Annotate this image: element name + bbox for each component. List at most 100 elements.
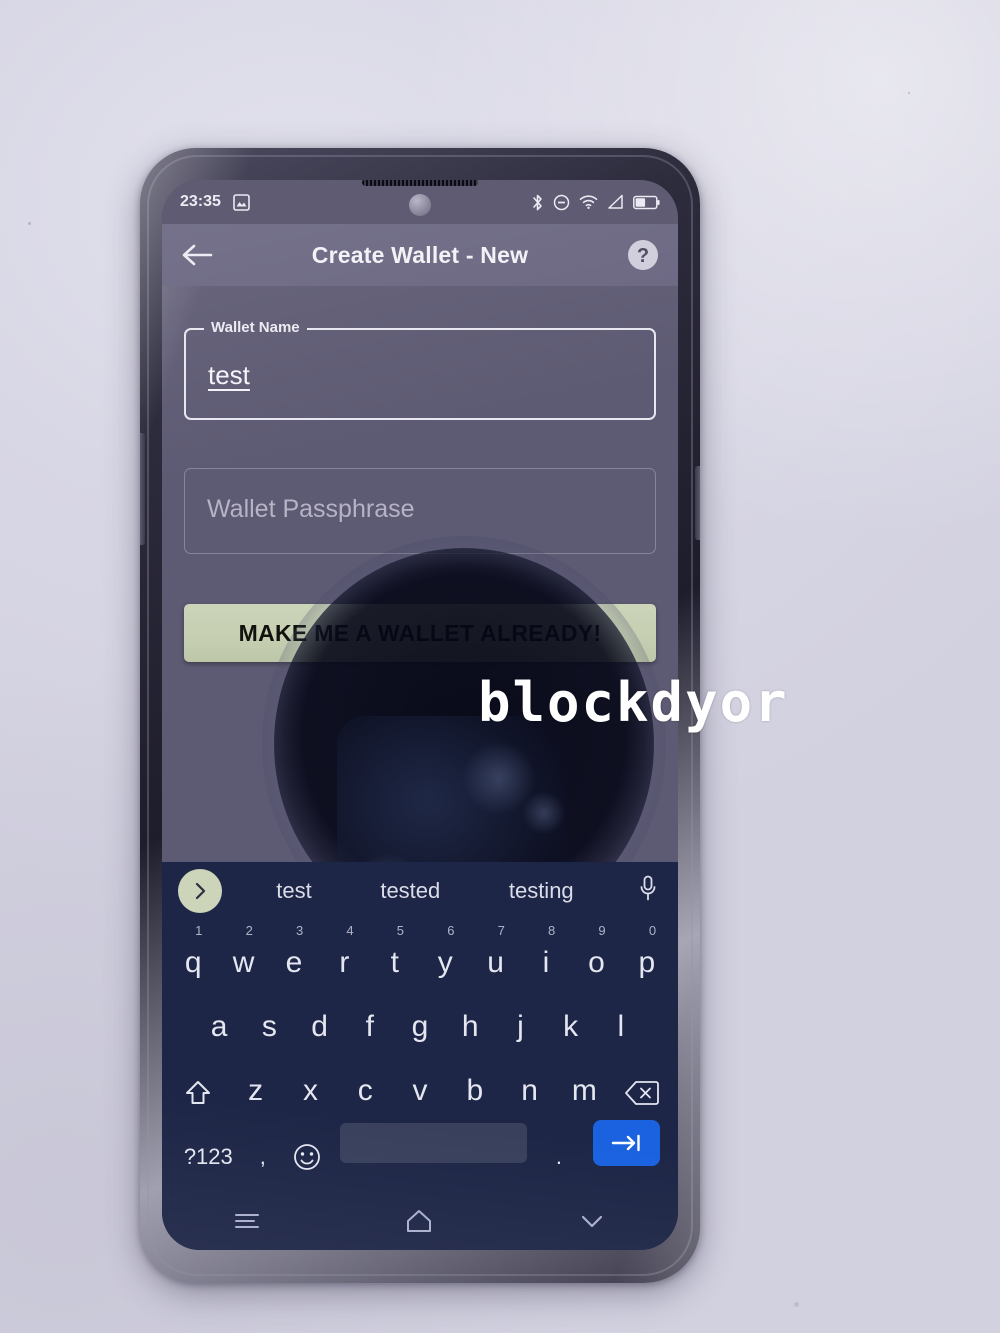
key-s[interactable]: s xyxy=(244,984,294,1048)
suggestion-item[interactable]: testing xyxy=(509,878,574,904)
dust-speck xyxy=(794,1302,799,1307)
key-r-number: 4 xyxy=(346,923,354,938)
wallet-name-value: test xyxy=(208,360,250,390)
key-p[interactable]: 0p xyxy=(622,920,672,984)
key-o-label: o xyxy=(588,946,605,979)
reflection-highlight xyxy=(522,791,566,835)
key-t-label: t xyxy=(390,946,399,979)
suggestion-item[interactable]: tested xyxy=(380,878,440,904)
shift-icon[interactable] xyxy=(168,1048,228,1112)
key-x[interactable]: x xyxy=(283,1048,338,1112)
cellular-signal-icon xyxy=(607,194,624,210)
key-v[interactable]: v xyxy=(393,1048,448,1112)
key-f[interactable]: f xyxy=(345,984,395,1048)
key-m[interactable]: m xyxy=(557,1048,612,1112)
volume-button[interactable] xyxy=(140,433,145,545)
keyboard-row-4: ?123 , . xyxy=(162,1112,678,1174)
wallet-name-label: Wallet Name xyxy=(204,319,307,336)
key-h[interactable]: h xyxy=(445,984,495,1048)
key-u-label: u xyxy=(487,946,504,979)
backspace-icon[interactable] xyxy=(612,1048,672,1112)
screenshot-icon xyxy=(233,193,250,211)
key-o[interactable]: 9o xyxy=(571,920,621,984)
watermark: blockdyor xyxy=(478,671,789,734)
recents-icon[interactable] xyxy=(234,1210,260,1232)
wallet-passphrase-field[interactable]: Wallet Passphrase xyxy=(184,468,656,554)
wallet-passphrase-placeholder: Wallet Passphrase xyxy=(207,495,415,523)
key-tab-next[interactable] xyxy=(593,1120,660,1166)
dust-speck xyxy=(28,222,31,225)
key-w-label: w xyxy=(232,946,255,979)
key-i[interactable]: 8i xyxy=(521,920,571,984)
key-q-label: q xyxy=(184,946,202,979)
wallet-name-field[interactable]: Wallet Name test xyxy=(184,319,656,420)
dust-speck xyxy=(908,92,910,94)
key-y-label: y xyxy=(437,946,453,979)
suggestion-words: test tested testing xyxy=(242,862,608,920)
key-i-number: 8 xyxy=(548,923,556,938)
key-e-label: e xyxy=(285,946,303,979)
system-nav-bar xyxy=(162,1192,678,1250)
suggestion-bar: test tested testing xyxy=(162,862,678,920)
key-g[interactable]: g xyxy=(395,984,445,1048)
key-y-number: 6 xyxy=(447,923,455,938)
key-p-label: p xyxy=(638,946,656,979)
key-w[interactable]: 2w xyxy=(218,920,268,984)
key-p-number: 0 xyxy=(648,923,657,938)
svg-text:?: ? xyxy=(637,245,649,267)
key-q[interactable]: 1q xyxy=(168,920,218,984)
key-a[interactable]: a xyxy=(194,984,244,1048)
key-t[interactable]: 5t xyxy=(370,920,420,984)
chevron-down-icon[interactable] xyxy=(578,1210,606,1232)
key-j[interactable]: j xyxy=(495,984,545,1048)
key-c[interactable]: c xyxy=(338,1048,393,1112)
key-symbols[interactable]: ?123 xyxy=(176,1112,241,1174)
key-e[interactable]: 3e xyxy=(269,920,319,984)
bluetooth-icon xyxy=(531,193,544,212)
chevron-right-icon[interactable] xyxy=(178,869,222,913)
key-period[interactable]: . xyxy=(537,1112,582,1174)
status-bar-time: 23:35 xyxy=(180,193,221,210)
app-bar: Create Wallet - New ? xyxy=(162,224,678,286)
key-space[interactable] xyxy=(339,1123,527,1163)
microphone-icon[interactable] xyxy=(638,875,658,908)
key-l[interactable]: l xyxy=(596,984,646,1048)
key-u-number: 7 xyxy=(497,923,505,938)
key-i-label: i xyxy=(542,946,550,979)
key-n[interactable]: n xyxy=(502,1048,557,1112)
battery-icon xyxy=(633,195,660,210)
back-arrow-icon[interactable] xyxy=(180,241,214,269)
earpiece-speaker xyxy=(362,180,478,186)
key-z[interactable]: z xyxy=(228,1048,283,1112)
key-u[interactable]: 7u xyxy=(470,920,520,984)
key-t-number: 5 xyxy=(396,923,405,938)
do-not-disturb-icon xyxy=(553,194,570,211)
key-e-number: 3 xyxy=(295,923,304,938)
key-y[interactable]: 6y xyxy=(420,920,470,984)
home-icon[interactable] xyxy=(405,1208,433,1234)
make-wallet-button[interactable]: MAKE ME A WALLET ALREADY! xyxy=(184,604,656,662)
keyboard-row-2: a s d f g h j k l xyxy=(162,984,678,1048)
key-q-number: 1 xyxy=(195,923,203,938)
emoji-icon[interactable] xyxy=(285,1112,330,1174)
page-title: Create Wallet - New xyxy=(311,241,529,268)
key-o-number: 9 xyxy=(598,923,606,938)
key-r-label: r xyxy=(339,946,350,979)
keyboard-row-3: z x c v b n m xyxy=(162,1048,678,1112)
help-icon[interactable]: ? xyxy=(626,238,660,272)
key-d[interactable]: d xyxy=(294,984,344,1048)
on-screen-keyboard: test tested testing 1q 2 w 3 e 4 r 5 t 6… xyxy=(162,862,678,1250)
key-w-number: 2 xyxy=(245,923,253,938)
reflection-highlight xyxy=(462,741,536,815)
make-wallet-button-label: MAKE ME A WALLET ALREADY! xyxy=(238,619,602,646)
app-content: Wallet Name test Wallet Passphrase MAKE … xyxy=(162,286,678,1250)
suggestion-item[interactable]: test xyxy=(276,878,311,904)
key-b[interactable]: b xyxy=(447,1048,502,1112)
power-button[interactable] xyxy=(695,466,700,540)
key-k[interactable]: k xyxy=(546,984,596,1048)
key-r[interactable]: 4r xyxy=(319,920,369,984)
wifi-icon xyxy=(579,194,598,210)
key-comma[interactable]: , xyxy=(241,1112,286,1174)
keyboard-row-1: 1q 2w 3e 4r 5t 6y 7u 8i 9o 0p xyxy=(162,920,678,984)
front-camera xyxy=(409,194,431,216)
